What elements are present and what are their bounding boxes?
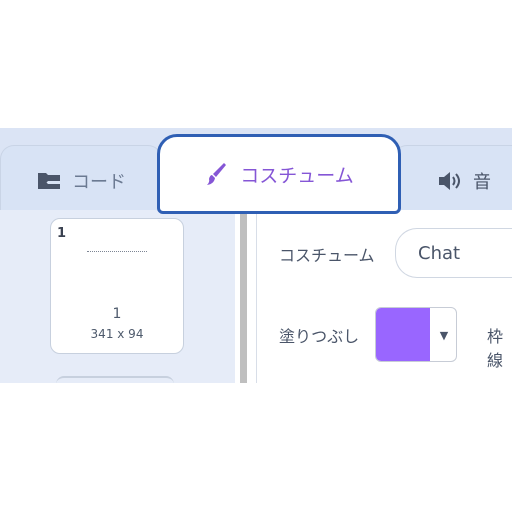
scrollbar-thumb[interactable] [240, 210, 247, 383]
fill-color-swatch[interactable] [376, 308, 430, 361]
costume-name-label: コスチューム [279, 246, 375, 265]
costume-card-partial[interactable] [56, 376, 174, 383]
costume-name: 1 [112, 306, 122, 322]
paintbrush-icon [204, 161, 228, 187]
costume-index: 1 [57, 226, 67, 241]
fill-label: 塗りつぶし [279, 327, 360, 346]
screenshot-region: コード 音 コスチューム 1 1 341 x 94 コスチューム Chat 塗り… [0, 128, 512, 383]
code-blocks-icon [36, 171, 62, 191]
costume-thumbnail [87, 251, 147, 255]
tab-costumes-label: コスチューム [240, 164, 354, 187]
tab-costumes[interactable]: コスチューム [157, 134, 401, 214]
outline-label: 枠線 [487, 327, 504, 370]
tab-code-label: コード [72, 172, 126, 193]
costume-panel: 1 1 341 x 94 コスチューム Chat 塗りつぶし ▼ 枠線 [0, 210, 512, 383]
costume-list: 1 1 341 x 94 [0, 210, 235, 383]
tab-sounds-label: 音 [473, 172, 491, 193]
costume-editor: コスチューム Chat 塗りつぶし ▼ 枠線 [257, 210, 512, 383]
costume-size: 341 x 94 [90, 327, 144, 341]
costume-name-input[interactable]: Chat [395, 228, 512, 278]
tab-bar: コード 音 コスチューム [0, 128, 512, 216]
chevron-down-icon[interactable]: ▼ [431, 308, 456, 361]
costume-card[interactable]: 1 1 341 x 94 [50, 218, 184, 354]
fill-color-picker[interactable]: ▼ [375, 307, 457, 362]
tab-sounds[interactable]: 音 [393, 145, 512, 216]
costume-list-scrollbar[interactable] [235, 210, 252, 383]
speaker-icon [437, 170, 463, 192]
tab-code[interactable]: コード [0, 145, 162, 216]
